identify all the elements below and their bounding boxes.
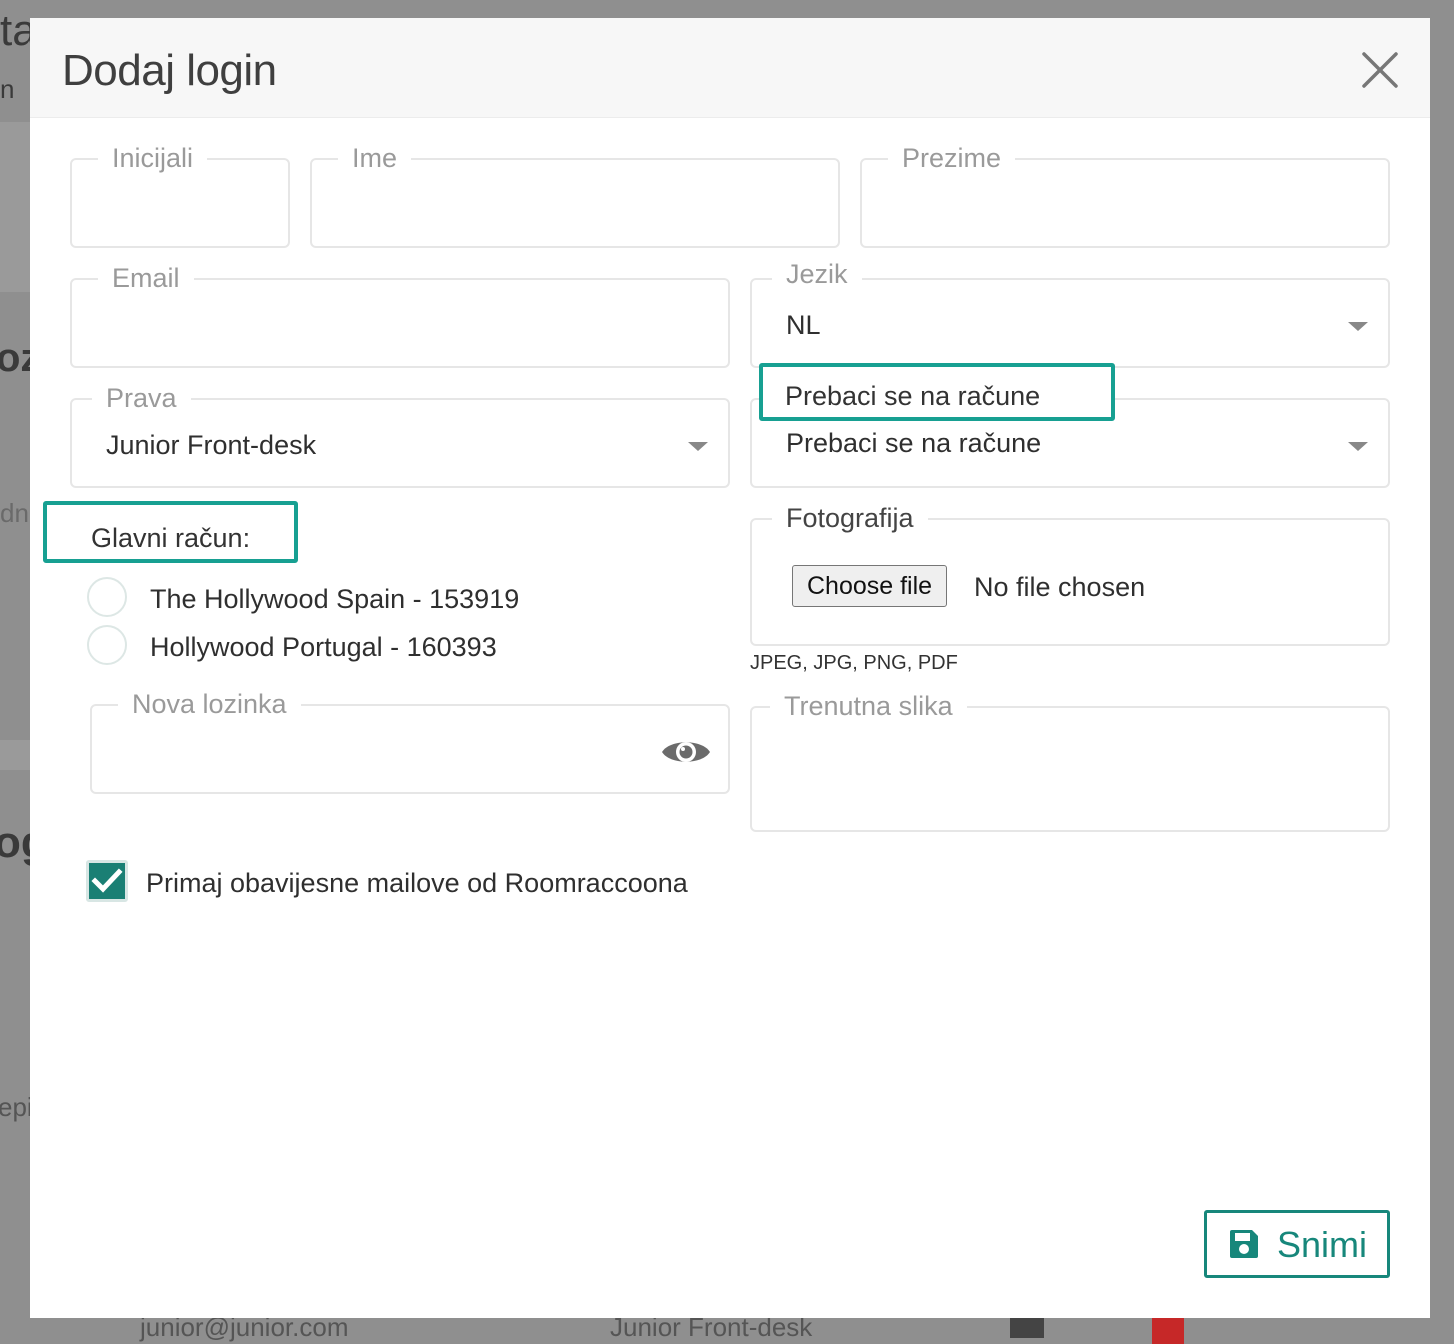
background-delete-icon — [1152, 1318, 1184, 1344]
main-account-label-highlight: Glavni račun: — [43, 501, 298, 563]
first-name-field[interactable]: Ime — [310, 142, 840, 248]
main-account-option-1[interactable]: The Hollywood Spain - 153919 — [150, 584, 519, 615]
last-name-label: Prezime — [888, 142, 1016, 174]
chevron-down-icon — [1348, 442, 1368, 451]
rights-label: Prava — [92, 382, 191, 414]
add-login-modal: Dodaj login Inicijali Ime Prezime Email … — [30, 18, 1430, 1318]
switch-accounts-label: Prebaci se na račune — [785, 381, 1041, 411]
notifications-label[interactable]: Primaj obavijesne mailove od Roomraccoon… — [146, 868, 688, 899]
rights-value: Junior Front-desk — [106, 430, 317, 460]
switch-accounts-value: Prebaci se na račune — [786, 428, 1042, 458]
photo-format-hint: JPEG, JPG, PNG, PDF — [750, 652, 958, 674]
chevron-down-icon — [1348, 322, 1368, 331]
choose-file-button[interactable]: Choose file — [792, 565, 948, 607]
main-account-option-2[interactable]: Hollywood Portugal - 160393 — [150, 632, 497, 663]
new-password-label: Nova lozinka — [118, 688, 301, 720]
email-field[interactable]: Email — [70, 262, 730, 368]
save-button[interactable]: Snimi — [1204, 1210, 1390, 1278]
save-icon — [1227, 1227, 1261, 1264]
switch-accounts-label-highlight: Prebaci se na račune — [759, 363, 1115, 421]
current-image-label: Trenutna slika — [770, 690, 967, 722]
eye-icon[interactable] — [660, 735, 712, 774]
main-account-radio-1[interactable] — [87, 577, 127, 617]
language-label: Jezik — [772, 258, 862, 290]
background-divider — [0, 740, 30, 770]
photo-field: Fotografija Choose file No file chosen — [750, 502, 1390, 646]
current-image-field: Trenutna slika — [750, 690, 1390, 832]
background-fragment: n — [0, 74, 15, 104]
save-label: Snimi — [1277, 1224, 1368, 1265]
close-icon[interactable] — [1358, 48, 1402, 92]
new-password-field[interactable]: Nova lozinka — [90, 688, 730, 794]
main-account-radio-2[interactable] — [87, 625, 127, 665]
initials-field[interactable]: Inicijali — [70, 142, 290, 248]
chevron-down-icon — [688, 442, 708, 451]
notifications-checkbox[interactable] — [86, 860, 128, 902]
file-status: No file chosen — [974, 572, 1146, 602]
last-name-field[interactable]: Prezime — [860, 142, 1390, 248]
initials-label: Inicijali — [98, 142, 208, 174]
photo-label: Fotografija — [772, 502, 928, 534]
background-fragment: epi — [0, 1092, 33, 1122]
main-account-label: Glavni račun: — [91, 523, 251, 553]
language-value: NL — [786, 310, 821, 340]
modal-header: Dodaj login — [30, 18, 1430, 118]
background-divider — [0, 122, 30, 292]
language-select[interactable]: Jezik NL — [750, 258, 1390, 368]
background-fragment: dn — [0, 498, 29, 528]
rights-select[interactable]: Prava Junior Front-desk — [70, 382, 730, 488]
background-mail-icon — [1010, 1318, 1044, 1338]
first-name-label: Ime — [338, 142, 412, 174]
modal-title: Dodaj login — [62, 46, 277, 95]
email-label: Email — [98, 262, 194, 294]
